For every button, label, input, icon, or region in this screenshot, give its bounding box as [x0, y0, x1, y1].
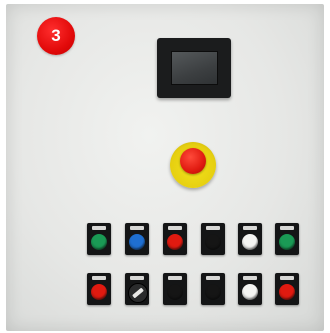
button-cap	[91, 284, 107, 300]
button-cap	[242, 284, 258, 300]
legend-plate	[280, 226, 294, 230]
control-panel-photo: 3	[0, 0, 330, 333]
legend-plate	[92, 226, 106, 230]
pushbutton	[238, 223, 262, 255]
pushbutton	[87, 223, 111, 255]
legend-plate	[243, 226, 257, 230]
pushbutton	[201, 223, 225, 255]
button-cap	[205, 234, 221, 250]
legend-plate	[130, 276, 144, 280]
button-cap	[205, 284, 221, 300]
legend-plate	[92, 276, 106, 280]
pushbutton	[163, 223, 187, 255]
emergency-stop-button	[170, 142, 216, 188]
button-cap	[167, 284, 183, 300]
pushbutton	[238, 273, 262, 305]
legend-plate	[280, 276, 294, 280]
legend-plate	[168, 276, 182, 280]
legend-plate	[206, 226, 220, 230]
hmi-touch-panel	[157, 38, 231, 98]
button-cap	[129, 234, 145, 250]
button-cap	[167, 234, 183, 250]
emergency-stop-head	[180, 148, 206, 174]
legend-plate	[206, 276, 220, 280]
button-cap	[279, 284, 295, 300]
pushbutton	[163, 273, 187, 305]
pushbutton	[125, 223, 149, 255]
button-cap	[279, 234, 295, 250]
legend-plate	[130, 226, 144, 230]
legend-plate	[243, 276, 257, 280]
pushbutton	[201, 273, 225, 305]
pushbutton	[275, 223, 299, 255]
legend-plate	[168, 226, 182, 230]
button-cap	[91, 234, 107, 250]
hmi-screen	[171, 51, 218, 85]
pushbutton	[275, 273, 299, 305]
selector-switch	[125, 273, 149, 305]
selector-knob	[128, 283, 148, 303]
pushbutton	[87, 273, 111, 305]
button-cap	[242, 234, 258, 250]
step-number-badge: 3	[37, 17, 75, 55]
